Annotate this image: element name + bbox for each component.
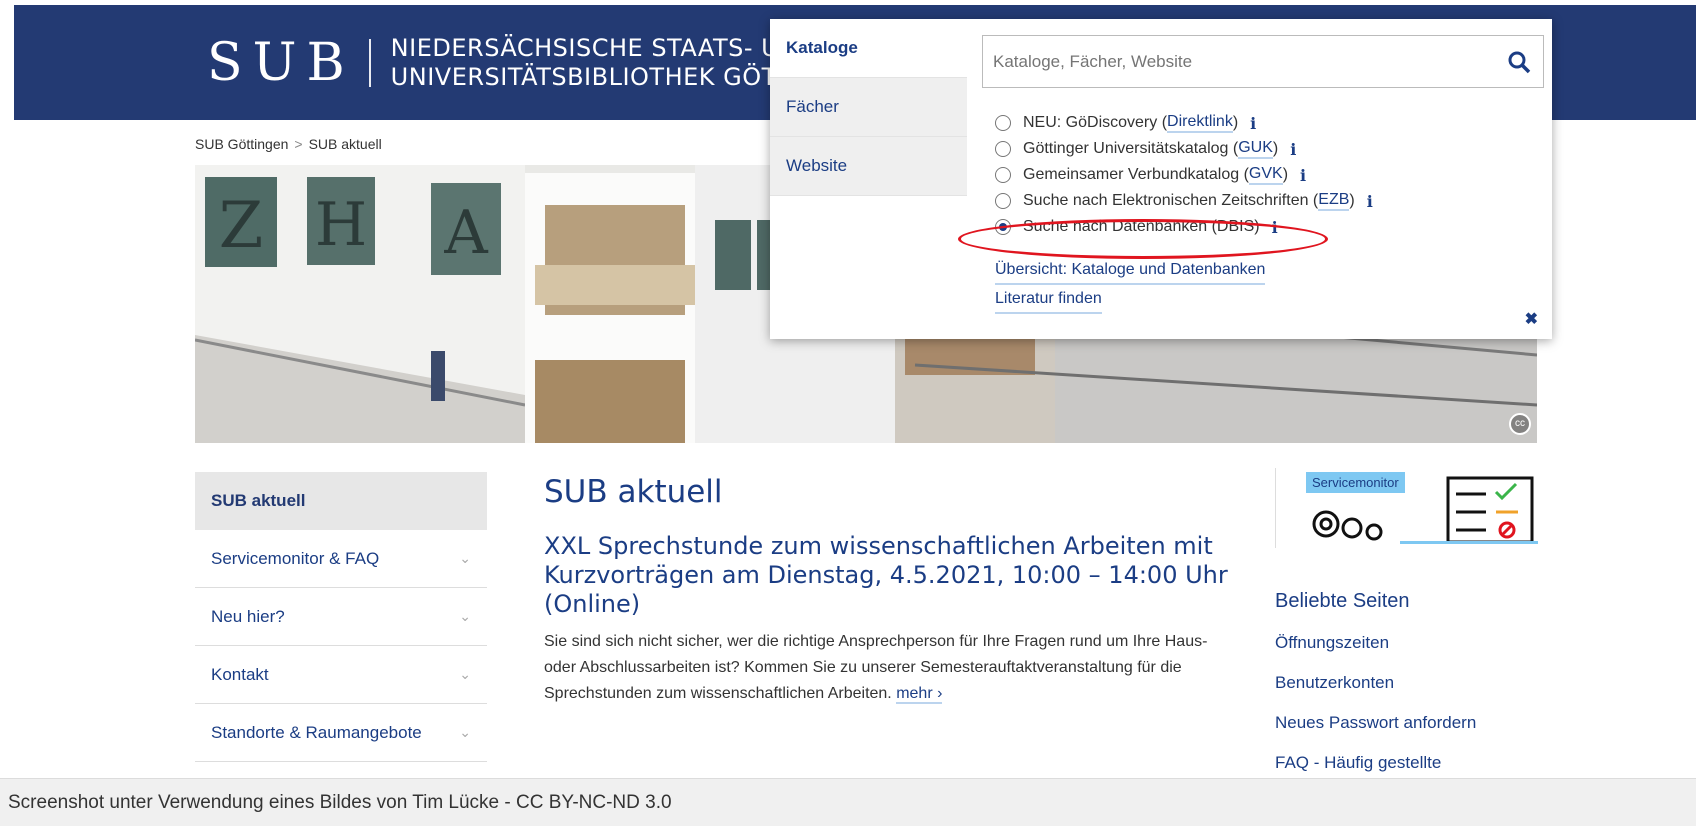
option-gvk[interactable]: Gemeinsamer Verbundkatalog (GVK) i [995,162,1373,188]
breadcrumb-item-current: SUB aktuell [308,136,382,152]
chevron-down-icon[interactable]: ⌄ [459,666,471,683]
link-literatur-finden[interactable]: Literatur finden [995,286,1102,314]
option-link-guk[interactable]: GUK [1238,139,1273,159]
article-title[interactable]: XXL Sprechstunde zum wissenschaftlichen … [544,532,1244,619]
nav-item-label: Standorte & Raumangebote [211,722,422,742]
option-link-ezb[interactable]: EZB [1318,191,1350,211]
popular-link-benutzerkonten[interactable]: Benutzerkonten [1275,673,1545,693]
more-link[interactable]: mehr › [896,685,943,704]
nav-item-label: Neu hier? [211,606,285,626]
chevron-down-icon[interactable]: ⌄ [459,724,471,741]
nav-item-servicemonitor-faq[interactable]: Servicemonitor & FAQ ⌄ [195,530,487,588]
logo-text: NIEDERSÄCHSISCHE STAATS- UND UNIVERSITÄT… [391,34,817,92]
option-suffix: ) [1272,140,1279,157]
radio-goediscovery[interactable] [995,115,1011,131]
radio-guk[interactable] [995,141,1011,157]
popular-link-oeffnungszeiten[interactable]: Öffnungszeiten [1275,633,1545,653]
tab-website[interactable]: Website [770,137,967,196]
search-panel: Kataloge Fächer Website NEU: GöDiscovery… [770,19,1552,339]
article-teaser: Sie sind sich nicht sicher, wer die rich… [544,629,1234,707]
nav-item-standorte[interactable]: Standorte & Raumangebote ⌄ [195,704,487,762]
svg-text:A: A [443,198,488,268]
option-suffix: ) [1349,192,1355,209]
right-sidebar: Servicemonitor Beliebte Seiten Öffnungsz… [1275,468,1545,773]
svg-text:Z: Z [219,189,263,263]
page-title: SUB aktuell [544,474,723,510]
svg-text:H: H [315,190,367,260]
logo-divider [368,39,371,87]
search-panel-links: Übersicht: Kataloge und Datenbanken Lite… [995,257,1266,315]
breadcrumb-separator: > [294,136,303,152]
logo-line-1: NIEDERSÄCHSISCHE STAATS- UND [390,34,817,62]
search-box [982,35,1544,88]
nav-item-kontakt[interactable]: Kontakt ⌄ [195,646,487,704]
servicemonitor-banner[interactable]: Servicemonitor [1275,468,1538,548]
page: SUB NIEDERSÄCHSISCHE STAATS- UND UNIVERS… [0,0,1696,826]
option-suffix: ) [1232,114,1239,131]
cc-license-icon[interactable]: cc [1509,413,1531,435]
option-link-gvk[interactable]: GVK [1248,165,1283,185]
option-text: NEU: GöDiscovery ( [1023,114,1168,131]
info-icon[interactable]: i [1250,114,1256,133]
nav-item-label: Kontakt [211,664,269,684]
popular-pages-list: Öffnungszeiten Benutzerkonten Neues Pass… [1275,633,1545,773]
link-uebersicht-kataloge[interactable]: Übersicht: Kataloge und Datenbanken [995,257,1266,285]
info-icon[interactable]: i [1367,192,1373,211]
checklist-icon [1446,476,1534,544]
nav-item-neu-hier[interactable]: Neu hier? ⌄ [195,588,487,646]
option-dbis[interactable]: Suche nach Datenbanken (DBIS) i [995,214,1373,240]
article-text: Sie sind sich nicht sicher, wer die rich… [544,633,1208,702]
gears-icon [1312,510,1383,541]
breadcrumb: SUB Göttingen > SUB aktuell [195,136,382,152]
popular-pages-title: Beliebte Seiten [1275,590,1410,612]
radio-gvk[interactable] [995,167,1011,183]
footer-credit: Screenshot unter Verwendung eines Bildes… [0,778,1696,826]
option-text: Göttinger Universitätskatalog ( [1023,140,1239,157]
chevron-down-icon[interactable]: ⌄ [459,550,471,567]
servicemonitor-label: Servicemonitor [1306,472,1405,493]
search-panel-body: NEU: GöDiscovery (Direktlink) i Göttinge… [967,19,1552,339]
chevron-down-icon[interactable]: ⌄ [459,608,471,625]
option-suffix: ) [1282,166,1289,183]
option-text: Gemeinsamer Verbundkatalog ( [1023,166,1249,183]
option-text: Suche nach Elektronischen Zeitschriften … [1023,192,1319,209]
search-icon[interactable] [1495,38,1543,86]
nav-item-label: SUB aktuell [211,491,306,510]
search-tabs: Kataloge Fächer Website [770,19,967,197]
option-ezb[interactable]: Suche nach Elektronischen Zeitschriften … [995,188,1373,214]
info-icon[interactable]: i [1300,166,1306,185]
info-icon[interactable]: i [1290,140,1296,159]
logo-mark: SUB [207,33,355,93]
tab-kataloge[interactable]: Kataloge [770,19,967,78]
popular-link-faq[interactable]: FAQ - Häufig gestellte [1275,753,1545,773]
main-content: SUB aktuell XXL Sprechstunde zum wissens… [544,472,1244,707]
tab-faecher[interactable]: Fächer [770,78,967,137]
radio-dbis[interactable] [995,219,1011,235]
servicemonitor-underline [1400,541,1538,544]
nav-item-label: Servicemonitor & FAQ [211,548,380,568]
option-text: Suche nach Datenbanken (DBIS) [1023,218,1260,235]
option-goediscovery[interactable]: NEU: GöDiscovery (Direktlink) i [995,110,1373,136]
catalog-options: NEU: GöDiscovery (Direktlink) i Göttinge… [995,110,1373,240]
site-logo[interactable]: SUB NIEDERSÄCHSISCHE STAATS- UND UNIVERS… [207,25,817,101]
logo-line-2: UNIVERSITÄTSBIBLIOTHEK GÖTTI [390,63,800,91]
close-icon[interactable]: ✖ [1525,309,1538,329]
info-icon[interactable]: i [1272,218,1278,237]
radio-ezb[interactable] [995,193,1011,209]
nav-item-sub-aktuell[interactable]: SUB aktuell [195,472,487,530]
popular-link-passwort[interactable]: Neues Passwort anfordern [1275,713,1545,733]
breadcrumb-item-home[interactable]: SUB Göttingen [195,136,288,152]
left-navigation: SUB aktuell Servicemonitor & FAQ ⌄ Neu h… [195,472,487,762]
option-link-direktlink[interactable]: Direktlink [1167,113,1233,133]
search-input[interactable] [983,37,1495,86]
option-guk[interactable]: Göttinger Universitätskatalog (GUK) i [995,136,1373,162]
